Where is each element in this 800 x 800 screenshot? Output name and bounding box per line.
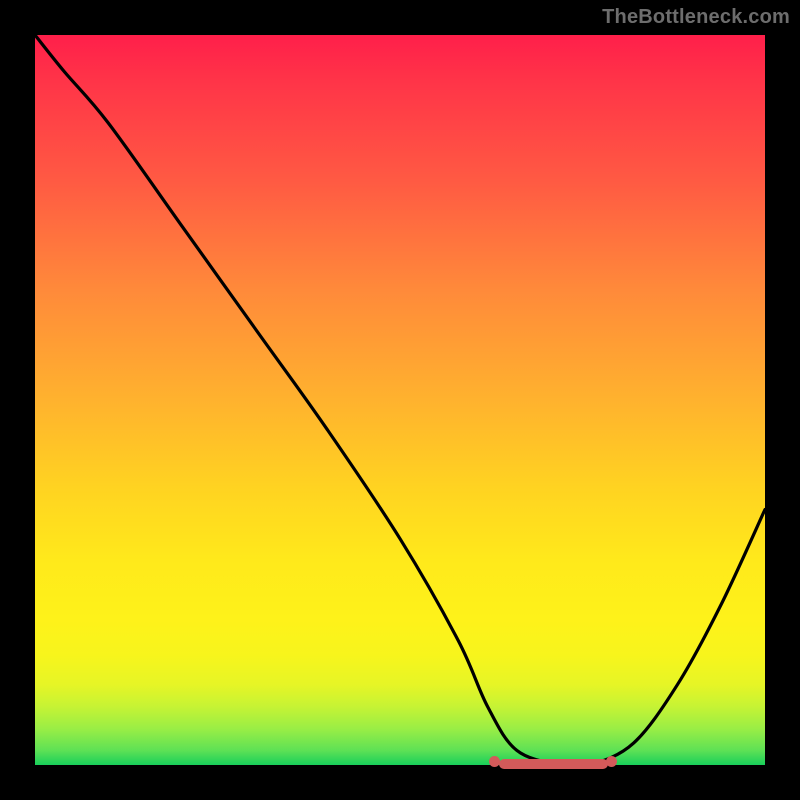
highlight-bar <box>499 759 608 769</box>
watermark-text: TheBottleneck.com <box>602 6 790 29</box>
plot-area <box>35 35 765 765</box>
bottleneck-curve <box>35 35 765 765</box>
chart-frame: TheBottleneck.com <box>0 0 800 800</box>
highlight-dot-right <box>606 756 617 767</box>
